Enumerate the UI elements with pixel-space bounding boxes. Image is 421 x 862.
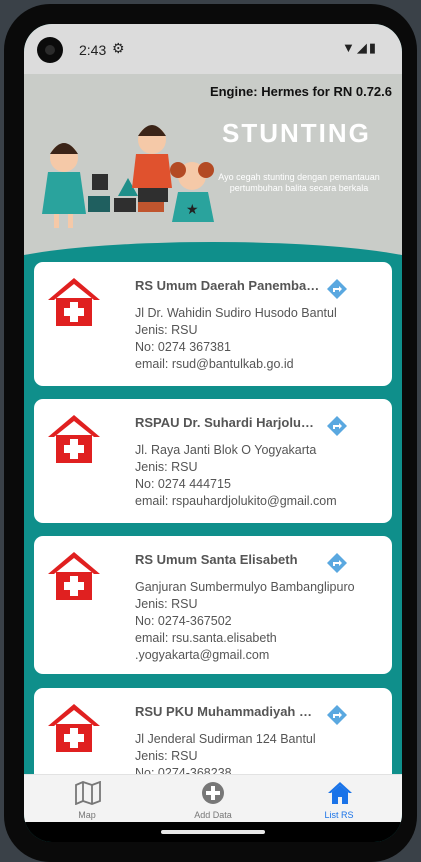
- plus-circle-icon: [202, 782, 224, 804]
- tab-add-data[interactable]: Add Data: [153, 775, 273, 823]
- hospital-name: RS Umum Daerah Panembahan Senopati: [135, 278, 321, 293]
- hospital-card[interactable]: RS Umum Daerah Panembahan Senopati Jl Dr…: [34, 262, 392, 386]
- home-icon: [328, 782, 352, 804]
- engine-label: Engine: Hermes for RN 0.72.6: [209, 84, 392, 99]
- map-icon: [75, 781, 101, 805]
- banner-tagline: Ayo cegah stunting dengan pemantauan per…: [218, 172, 380, 193]
- hospital-icon: [48, 704, 100, 752]
- bottom-tab-bar: Map Add Data List RS: [24, 774, 402, 823]
- hospital-info: Jl. Raya Janti Blok O Yogyakarta Jenis: …: [135, 442, 385, 510]
- hospital-email: email: rspauhardjolukito@gmail.com: [135, 494, 337, 508]
- hospital-name: RS Umum Santa Elisabeth: [135, 552, 298, 567]
- hospital-info: Ganjuran Sumbermulyo Bambanglipuro Jenis…: [135, 579, 355, 664]
- hospital-address: Jl Dr. Wahidin Sudiro Husodo Bantul: [135, 306, 337, 320]
- stunting-banner: ★ Engine: Hermes for RN 0.72.6 STUNTING …: [24, 74, 402, 259]
- tab-label: List RS: [324, 810, 354, 820]
- directions-icon[interactable]: [327, 705, 347, 725]
- children-illustration: ★: [42, 125, 214, 228]
- hospital-email: email: rsud@bantulkab.go.id: [135, 357, 294, 371]
- directions-icon[interactable]: [327, 279, 347, 299]
- hospital-icon: [48, 278, 100, 326]
- app-screen: 2:43 ⚙ ▼◢▮ ★ Engine: Hermes for RN 0.72.…: [24, 24, 402, 842]
- tab-map[interactable]: Map: [27, 775, 147, 823]
- status-bar: 2:43 ⚙ ▼◢▮: [24, 24, 402, 74]
- hospital-icon: [48, 415, 100, 463]
- hospital-type: Jenis: RSU: [135, 460, 198, 474]
- hospital-phone: No: 0274 444715: [135, 477, 231, 491]
- hospital-type: Jenis: RSU: [135, 749, 198, 763]
- hospital-name: RSPAU Dr. Suhardi Harjolukito: [135, 415, 321, 430]
- tab-label: Map: [78, 810, 96, 820]
- status-time: 2:43: [79, 42, 107, 58]
- directions-icon[interactable]: [327, 416, 347, 436]
- banner-title: STUNTING: [222, 118, 371, 148]
- hospital-name: RSU PKU Muhammadiyah Bantul: [135, 704, 321, 719]
- wifi-icon: ▼: [341, 40, 357, 55]
- hospital-info: Jl Dr. Wahidin Sudiro Husodo Bantul Jeni…: [135, 305, 385, 373]
- directions-icon[interactable]: [327, 553, 347, 573]
- signal-icon: ◢: [356, 40, 369, 55]
- hospital-card[interactable]: RSPAU Dr. Suhardi Harjolukito Jl. Raya J…: [34, 399, 392, 523]
- hospital-phone: No: 0274 367381: [135, 340, 231, 354]
- system-nav-bar: [24, 822, 402, 842]
- camera-cutout: [37, 37, 63, 63]
- hospital-icon: [48, 552, 100, 600]
- hospital-address: Jl. Raya Janti Blok O Yogyakarta: [135, 443, 317, 457]
- svg-text:★: ★: [186, 201, 199, 217]
- hospital-address: Ganjuran Sumbermulyo Bambanglipuro: [135, 580, 355, 594]
- gear-icon: ⚙: [112, 40, 125, 56]
- hospital-type: Jenis: RSU: [135, 597, 198, 611]
- tab-list-rs[interactable]: List RS: [279, 775, 399, 823]
- home-gesture-handle[interactable]: [161, 830, 265, 834]
- hospital-address: Jl Jenderal Sudirman 124 Bantul: [135, 732, 316, 746]
- hospital-email: email: rsu.santa.elisabeth .yogyakarta@g…: [135, 631, 277, 662]
- tab-label: Add Data: [194, 810, 232, 820]
- hospital-card[interactable]: RS Umum Santa Elisabeth Ganjuran Sumberm…: [34, 536, 392, 674]
- battery-icon: ▮: [368, 40, 378, 55]
- phone-frame: 2:43 ⚙ ▼◢▮ ★ Engine: Hermes for RN 0.72.…: [4, 4, 417, 862]
- status-icons: ▼◢▮: [342, 40, 378, 56]
- hospital-type: Jenis: RSU: [135, 323, 198, 337]
- hospital-phone: No: 0274-367502: [135, 614, 232, 628]
